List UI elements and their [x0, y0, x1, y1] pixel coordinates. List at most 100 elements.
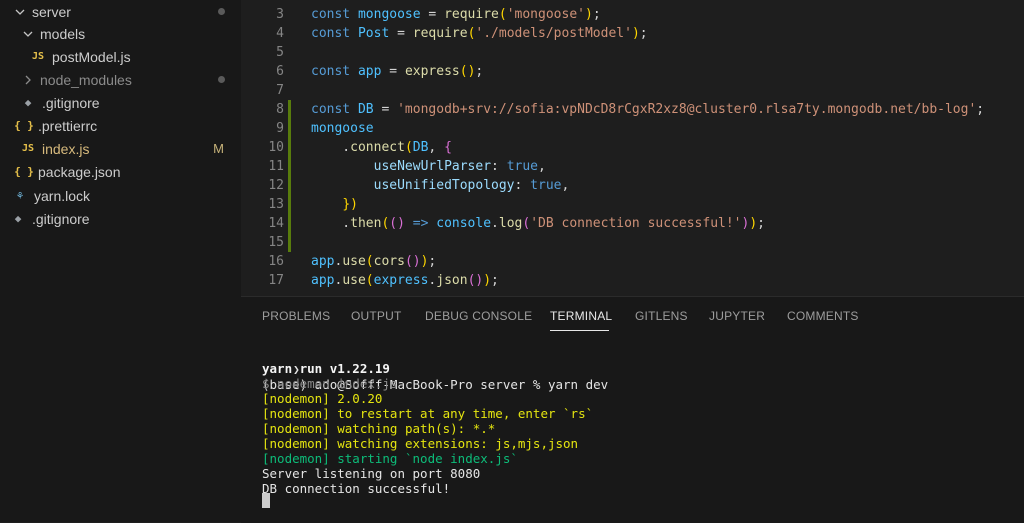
terminal-line: [nodemon] starting `node index.js` [262, 451, 518, 466]
code-text: app.use(cors()); [311, 254, 437, 269]
code-line: 17 app.use(express.json()); [241, 271, 1024, 290]
git-modified-gutter [288, 119, 291, 138]
panel-tab-bar: PROBLEMS OUTPUT DEBUG CONSOLE TERMINAL G… [241, 297, 1024, 335]
tab-comments[interactable]: COMMENTS [787, 309, 859, 323]
code-line: 6 const app = express(); [241, 62, 1024, 81]
git-modified-gutter [288, 100, 291, 119]
code-line: 13 }) [241, 195, 1024, 214]
tree-file-yarn-lock[interactable]: ⚘ yarn.lock [0, 184, 241, 207]
terminal-line: Server listening on port 8080 [262, 466, 481, 481]
terminal-line: yarn run v1.22.19 [262, 361, 390, 376]
code-line: 14 .then(() => console.log('DB connectio… [241, 214, 1024, 233]
line-number: 17 [268, 273, 284, 288]
terminal-cursor [262, 493, 270, 508]
git-modified-gutter [288, 195, 291, 214]
line-number: 3 [276, 7, 284, 22]
code-line: 9 mongoose [241, 119, 1024, 138]
code-line: 5 [241, 43, 1024, 62]
json-braces-icon: { } [14, 165, 34, 178]
tree-file-package-json[interactable]: { } package.json [0, 160, 241, 183]
code-line: 10 .connect(DB, { [241, 138, 1024, 157]
tree-folder-models[interactable]: models [0, 22, 241, 45]
tree-label: index.js [42, 140, 90, 157]
code-text: }) [342, 197, 358, 212]
tree-label: models [40, 25, 86, 42]
git-diamond-icon: ◆ [14, 212, 22, 225]
git-modified-gutter [288, 176, 291, 195]
code-line: 8 const DB = 'mongodb+srv://sofia:vpNDcD8… [241, 100, 1024, 119]
js-file-icon: JS [31, 51, 45, 62]
tree-label: .gitignore [42, 94, 100, 111]
terminal-line: [nodemon] 2.0.20 [262, 391, 383, 406]
bottom-panel: PROBLEMS OUTPUT DEBUG CONSOLE TERMINAL G… [241, 296, 1024, 523]
terminal-line: [nodemon] watching extensions: js,mjs,js… [262, 436, 579, 451]
chevron-down-icon [22, 29, 34, 39]
modified-dot-icon [218, 8, 225, 15]
git-modified-gutter [288, 157, 291, 176]
git-diamond-icon: ◆ [24, 96, 32, 109]
terminal[interactable]: ❯ (base) ado@Sofff-MacBook-Pro server % … [241, 343, 1024, 523]
tree-label: server [32, 3, 71, 20]
tab-output[interactable]: OUTPUT [351, 309, 402, 323]
modified-dot-icon [218, 76, 225, 83]
line-number: 14 [268, 216, 284, 231]
code-line: 15 [241, 233, 1024, 252]
code-line: 16 app.use(cors()); [241, 252, 1024, 271]
tree-file-gitignore[interactable]: ◆ .gitignore [0, 91, 241, 114]
code-text: mongoose [311, 121, 374, 136]
code-text: useNewUrlParser: true, [373, 159, 546, 174]
code-line: 11 useNewUrlParser: true, [241, 157, 1024, 176]
code-text: const mongoose = require('mongoose'); [311, 7, 601, 22]
tab-gitlens[interactable]: GITLENS [635, 309, 688, 323]
terminal-line: [nodemon] to restart at any time, enter … [262, 406, 594, 421]
tree-label: package.json [38, 163, 121, 180]
line-number: 7 [276, 83, 284, 98]
tab-terminal[interactable]: TERMINAL [550, 309, 612, 323]
code-editor[interactable]: 3 const mongoose = require('mongoose'); 4 c… [241, 0, 1024, 296]
code-line: 3 const mongoose = require('mongoose'); [241, 5, 1024, 24]
chevron-down-icon [14, 7, 26, 17]
js-file-icon: JS [21, 143, 35, 154]
tab-jupyter[interactable]: JUPYTER [709, 309, 765, 323]
terminal-line: DB connection successful! [262, 481, 451, 496]
code-text: const app = express(); [311, 64, 484, 79]
code-line: 4 const Post = require('./models/postMode… [241, 24, 1024, 43]
tree-file-prettierrc[interactable]: { } .prettierrc [0, 114, 241, 137]
code-text: useUnifiedTopology: true, [373, 178, 570, 193]
line-number: 11 [268, 159, 284, 174]
tree-file-root-gitignore[interactable]: ◆ .gitignore [0, 207, 241, 230]
code-text: app.use(express.json()); [311, 273, 499, 288]
code-text: .connect(DB, { [311, 140, 452, 155]
line-number: 12 [268, 178, 284, 193]
yarn-icon: ⚘ [16, 189, 24, 202]
line-number: 5 [276, 45, 284, 60]
line-number: 6 [276, 64, 284, 79]
git-modified-gutter [288, 138, 291, 157]
code-line: 12 useUnifiedTopology: true, [241, 176, 1024, 195]
tree-label: .prettierrc [38, 117, 98, 134]
explorer-sidebar: server models JS postModel.js node_modul… [0, 0, 241, 522]
active-tab-underline [550, 330, 609, 331]
tree-label: postModel.js [52, 48, 131, 65]
tree-file-postmodel[interactable]: JS postModel.js [0, 45, 241, 68]
tree-label: yarn.lock [34, 187, 91, 204]
tree-label: .gitignore [32, 210, 90, 227]
git-modified-gutter [288, 233, 291, 252]
line-number: 16 [268, 254, 284, 269]
terminal-line: [nodemon] watching path(s): *.* [262, 421, 496, 436]
line-number: 15 [268, 235, 284, 250]
chevron-right-icon [22, 75, 34, 85]
terminal-line: $ nodemon index.js [262, 376, 398, 391]
tree-folder-node-modules[interactable]: node_modules [0, 68, 241, 91]
line-number: 9 [276, 121, 284, 136]
code-text: const DB = 'mongodb+srv://sofia:vpNDcD8r… [311, 102, 985, 117]
tree-label: node_modules [40, 71, 132, 88]
line-number: 10 [268, 140, 284, 155]
json-braces-icon: { } [14, 119, 34, 132]
line-number: 8 [276, 102, 284, 117]
tab-debug-console[interactable]: DEBUG CONSOLE [425, 309, 532, 323]
tree-file-index[interactable]: JS index.js M [0, 137, 241, 160]
tab-problems[interactable]: PROBLEMS [262, 309, 330, 323]
tree-folder-server[interactable]: server [0, 0, 241, 23]
git-modified-badge: M [213, 141, 224, 156]
